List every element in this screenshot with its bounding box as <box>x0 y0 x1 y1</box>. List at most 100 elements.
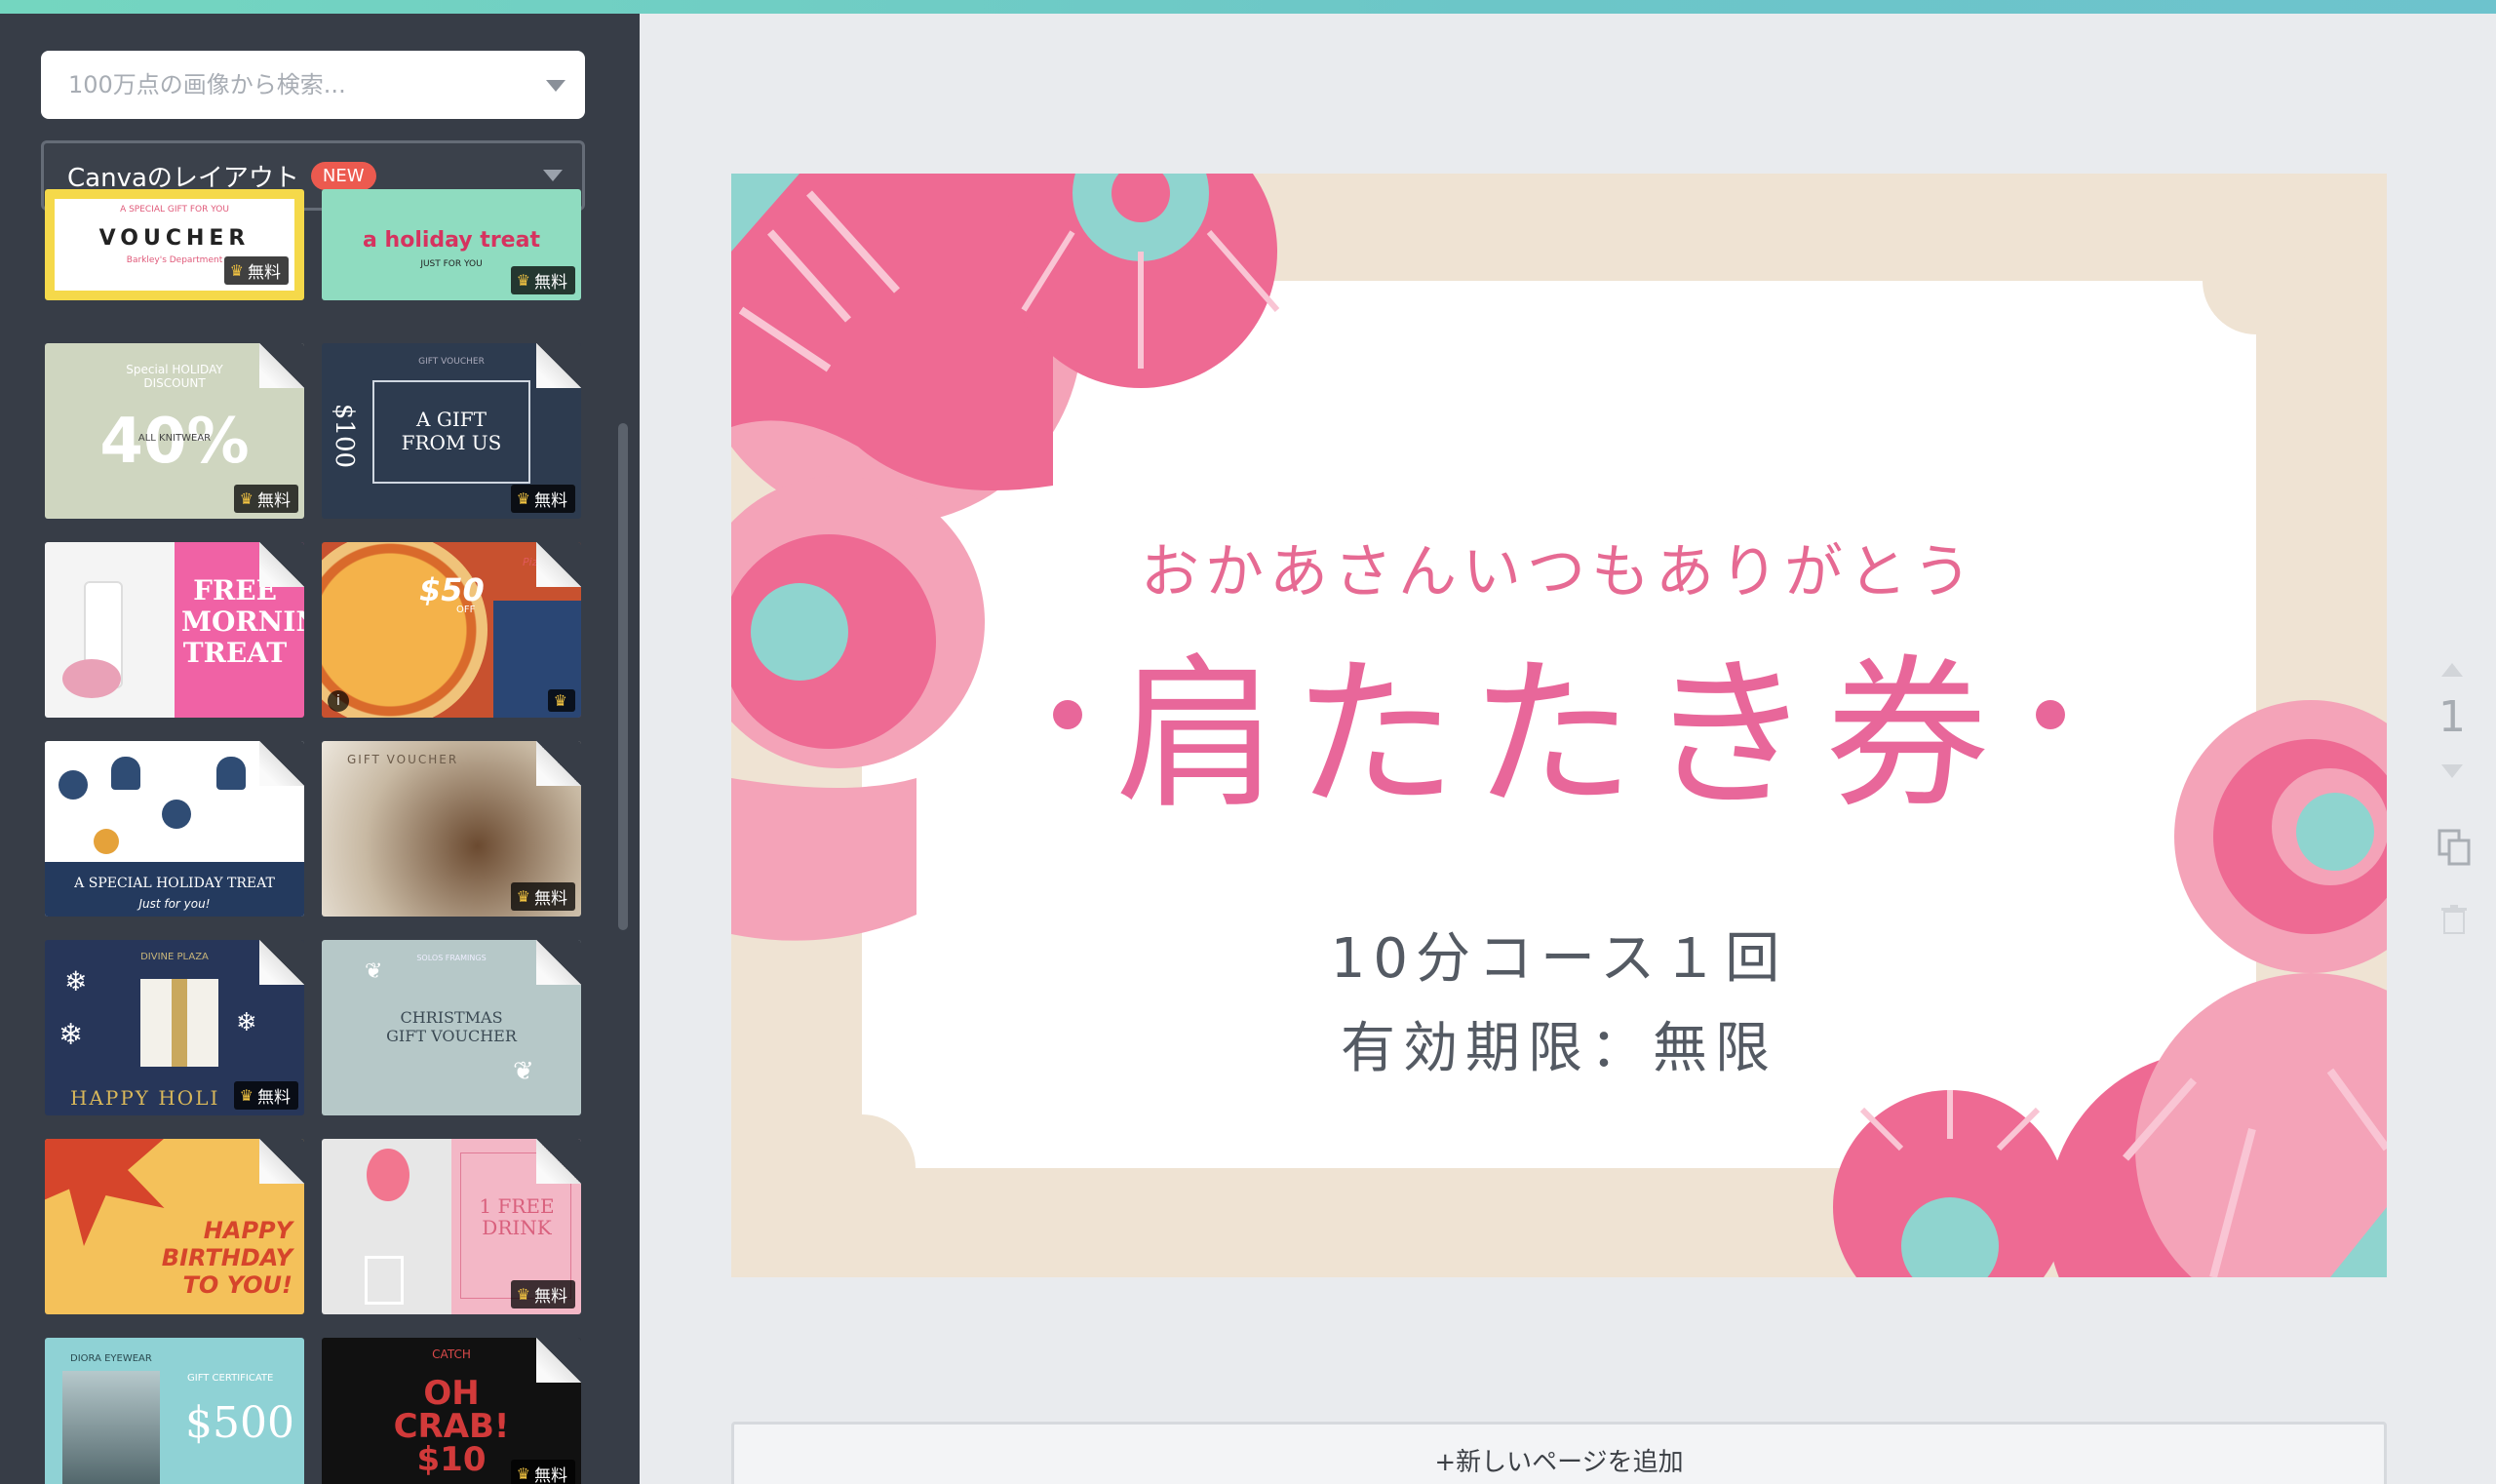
voucher-subtitle[interactable]: おかあさんいつもありがとう <box>731 525 2387 609</box>
layout-dropdown-label: Canvaのレイアウト <box>67 163 299 193</box>
free-badge: ♛ 無料 <box>510 266 575 294</box>
layout-thumbnail[interactable]: Special HOLIDAY DISCOUNT 40% ALL KNITWEA… <box>45 343 304 519</box>
top-accent-bar <box>0 0 2496 14</box>
page-curl <box>259 741 304 786</box>
free-badge: ♛ 無料 <box>510 1280 575 1308</box>
add-page-label: +新しいページを追加 <box>1434 1448 1684 1477</box>
page-curl <box>536 1338 581 1383</box>
add-page-button[interactable]: +新しいページを追加 <box>731 1422 2387 1484</box>
crown-icon: ♛ <box>516 1285 530 1304</box>
free-badge: ♛ 無料 <box>233 1081 298 1110</box>
copy-page-icon[interactable] <box>2438 829 2471 866</box>
chair-image <box>365 1256 404 1305</box>
free-badge: ♛ 無料 <box>223 256 289 285</box>
crown-icon: ♛ <box>516 887 530 906</box>
free-label: 無料 <box>248 263 281 283</box>
crown-icon: ♛ <box>516 1464 530 1483</box>
free-label: 無料 <box>534 491 567 511</box>
free-badge: ♛ 無料 <box>510 882 575 911</box>
layout-thumbnail[interactable]: a holiday treat JUST FOR YOU ♛ 無料 <box>322 189 581 300</box>
page-curl <box>259 940 304 985</box>
info-icon[interactable]: i <box>328 690 349 712</box>
thumbnail-title: 1 FREE DRINK <box>479 1194 555 1239</box>
chevron-down-icon[interactable] <box>543 170 563 181</box>
voucher-title[interactable]: 肩たたき券 <box>731 603 2387 840</box>
crown-icon: ♛ <box>239 1086 254 1105</box>
free-badge: ♛ 無料 <box>510 1460 575 1484</box>
free-label: 無料 <box>534 273 567 293</box>
thumbnail-subtitle: GIFT CERTIFICATE <box>187 1373 274 1384</box>
free-label: 無料 <box>534 889 567 909</box>
page-number: 1 <box>2438 692 2466 742</box>
free-label: 無料 <box>534 1466 567 1484</box>
thumbnail-subtitle: OFF <box>456 605 476 615</box>
sidebar-scrollbar[interactable] <box>618 423 628 930</box>
person-photo <box>62 1371 160 1484</box>
thumbnail-price: $500 <box>185 1398 294 1448</box>
ornament-icon <box>94 829 119 854</box>
thumbnail-price: $50 <box>419 571 485 608</box>
layout-thumbnail[interactable]: HAPPY BIRTHDAY TO YOU! <box>45 1139 304 1314</box>
page-curl <box>536 542 581 587</box>
thumbnail-title: GIFT VOUCHER <box>347 753 459 766</box>
thumbnail-title: HAPPY BIRTHDAY TO YOU! <box>161 1217 292 1299</box>
new-badge: NEW <box>310 161 376 190</box>
balloon-image <box>367 1149 410 1201</box>
donut-image <box>62 659 121 698</box>
layout-thumbnail[interactable]: DIVINE PLAZA ❄ ❄ ❄ HAPPY HOLI ♛ 無料 <box>45 940 304 1115</box>
voucher-expiry[interactable]: 有効期限：無限 <box>731 1004 2387 1083</box>
crown-icon: ♛ <box>239 489 254 508</box>
layout-thumbnail[interactable]: FREE MORNING TREAT <box>45 542 304 718</box>
layout-thumbnail[interactable]: A SPECIAL HOLIDAY TREAT Just for you! <box>45 741 304 917</box>
page-curl <box>536 1139 581 1184</box>
thumbnail-subtitle: ALL KNITWEAR <box>137 433 212 444</box>
layout-thumbnail[interactable]: GIFT VOUCHER ♛ 無料 <box>322 741 581 917</box>
snowflake-icon: ❄ <box>58 1018 84 1052</box>
page-curl <box>536 343 581 388</box>
snowflake-icon: ❄ <box>64 965 88 997</box>
voucher-course[interactable]: 10分コース１回 <box>731 915 2387 994</box>
chevron-down-icon[interactable] <box>546 80 566 92</box>
thumbnail-subtitle: A SPECIAL GIFT FOR YOU <box>120 205 229 215</box>
layout-thumbnail[interactable]: DIORA EYEWEAR GIFT CERTIFICATE $500 <box>45 1338 304 1484</box>
search-input[interactable] <box>68 71 526 98</box>
crown-icon: ♛ <box>553 691 567 710</box>
free-label: 無料 <box>257 491 291 511</box>
search-box[interactable] <box>41 51 585 119</box>
snowflake-icon: ❄ <box>236 1008 257 1037</box>
layout-thumbnail[interactable]: SOLOS FRAMINGS CHRISTMAS GIFT VOUCHER ❦ … <box>322 940 581 1115</box>
thumbnail-title: VOUCHER <box>98 226 251 251</box>
bell-icon <box>111 757 140 790</box>
holly-icon: ❦ <box>365 959 383 984</box>
crown-icon: ♛ <box>516 271 530 290</box>
trash-icon[interactable] <box>2441 905 2467 934</box>
layout-thumbnail[interactable]: 1 FREE DRINK ♛ 無料 <box>322 1139 581 1314</box>
ornament-icon <box>162 800 191 829</box>
page-up-icon[interactable] <box>2441 663 2463 677</box>
free-badge: ♛ 無料 <box>510 485 575 513</box>
thumbnail-title: A GIFT FROM US <box>401 408 502 454</box>
gift-ribbon <box>172 979 187 1067</box>
design-page[interactable]: おかあさんいつもありがとう 肩たたき券 10分コース１回 有効期限：無限 <box>731 174 2387 1277</box>
thumbnail-title: a holiday treat <box>363 228 540 253</box>
holly-icon: ❦ <box>513 1057 534 1086</box>
crown-icon: ♛ <box>229 261 244 280</box>
bell-icon <box>216 757 246 790</box>
layout-thumbnail[interactable]: $50 OFF Pizza Yo i ♛ <box>322 542 581 718</box>
free-badge: ♛ 無料 <box>233 485 298 513</box>
layout-thumbnail[interactable]: A SPECIAL GIFT FOR YOU VOUCHER Barkley's… <box>45 189 304 300</box>
free-label: 無料 <box>534 1287 567 1307</box>
premium-badge: ♛ <box>547 689 575 712</box>
layout-thumbnail[interactable]: GIFT VOUCHER A GIFT FROM US $100 ♛ 無料 <box>322 343 581 519</box>
page-curl <box>536 741 581 786</box>
page-down-icon[interactable] <box>2441 764 2463 778</box>
flower-icon <box>1833 1090 2067 1277</box>
layout-thumbnail[interactable]: CATCH OH CRAB! $10 ♛ 無料 <box>322 1338 581 1484</box>
thumbnail-subtitle: Just for you! <box>138 897 211 911</box>
page-curl <box>259 1139 304 1184</box>
pizza-image <box>322 542 488 718</box>
crown-icon: ♛ <box>516 489 530 508</box>
ornament-icon <box>58 770 88 800</box>
thumbnail-subtitle: DIORA EYEWEAR <box>70 1353 152 1364</box>
page-curl <box>259 542 304 587</box>
